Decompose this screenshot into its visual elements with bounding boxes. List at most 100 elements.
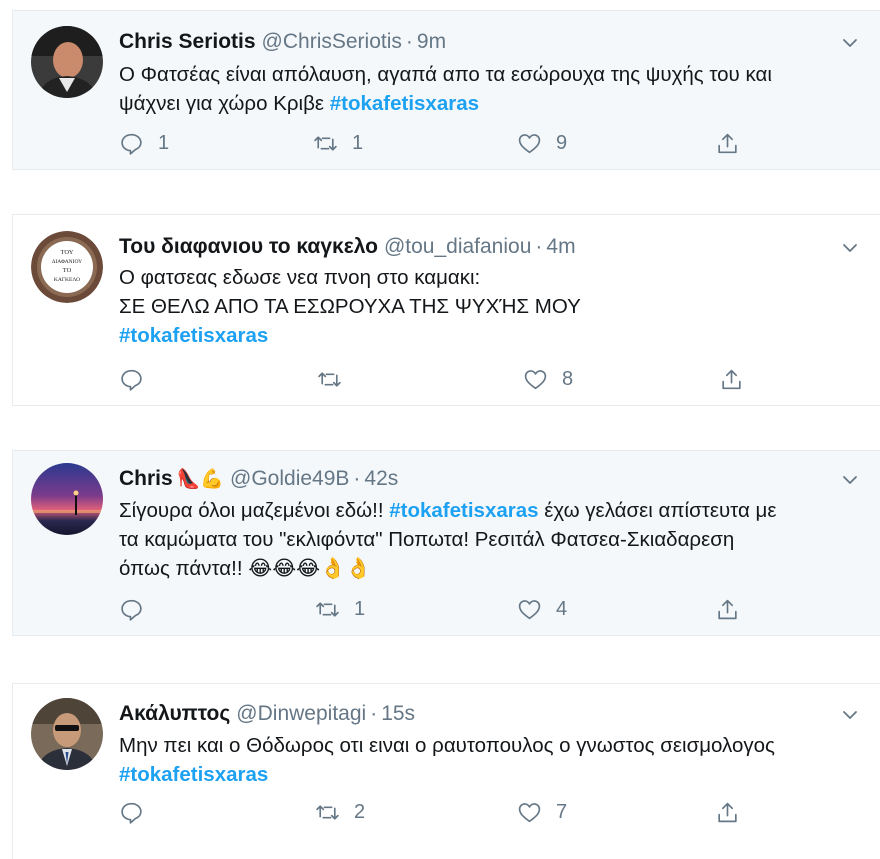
tweet-text: Σίγουρα όλοι μαζεμένοι εδώ!! #tokafetisx…: [119, 496, 859, 583]
tweet-text-segment: έχω γελάσει απίστευτα με: [544, 499, 777, 522]
tweet-text-line: ψάχνει για χώρο Κριβε: [119, 92, 325, 115]
avatar[interactable]: ΤΟΥ ΔΙΑΦΑΝΙΟΥ ΤΟ ΚΑΓΚΕΛΟ: [31, 231, 103, 303]
heart-icon: [517, 597, 542, 622]
tweet-text-line: Ο Φατσέας είναι απόλαυση, αγαπά απο τα ε…: [119, 63, 772, 86]
retweet-icon: [317, 367, 342, 392]
separator-dot: ·: [535, 235, 543, 258]
avatar-man-photo: [31, 26, 103, 98]
retweet-button[interactable]: 1: [315, 595, 365, 623]
tweet-actions: 2 7: [119, 798, 759, 826]
user-handle[interactable]: @ChrisSeriotis: [262, 30, 402, 53]
user-handle[interactable]: @Goldie49B: [230, 467, 349, 490]
hashtag-link[interactable]: #tokafetisxaras: [389, 499, 538, 522]
retweet-icon: [315, 597, 340, 622]
reply-icon: [119, 800, 144, 825]
tweet-actions: 1 1 9: [119, 129, 759, 157]
share-icon: [715, 597, 740, 622]
chevron-down-icon[interactable]: [842, 707, 858, 723]
avatar[interactable]: [31, 463, 103, 535]
heart-icon: [517, 131, 542, 156]
share-button[interactable]: [715, 595, 740, 623]
avatar-logo-text: ΚΑΓΚΕΛΟ: [54, 277, 80, 283]
tweet-text: Ο Φατσέας είναι απόλαυση, αγαπά απο τα ε…: [119, 60, 859, 118]
avatar[interactable]: [31, 698, 103, 770]
avatar-logo-text: ΤΟΥ: [61, 249, 74, 256]
avatar-logo-badge: ΤΟΥ ΔΙΑΦΑΝΙΟΥ ΤΟ ΚΑΓΚΕΛΟ: [31, 231, 103, 303]
chevron-down-icon[interactable]: [842, 472, 858, 488]
share-button[interactable]: [715, 798, 740, 826]
share-icon: [719, 367, 744, 392]
tweet-text-line: ΣΕ ΘΕΛΩ ΑΠΟ ΤΑ ΕΣΩΡΟΥΧΑ ΤΗΣ ΨΥΧΉΣ ΜΟΥ: [119, 295, 581, 318]
retweet-button[interactable]: 1: [313, 129, 363, 157]
hashtag-link[interactable]: #tokafetisxaras: [119, 763, 268, 786]
reply-button[interactable]: [119, 365, 158, 393]
retweet-button[interactable]: [317, 365, 356, 393]
tweet-actions: 1 4: [119, 595, 759, 623]
tweet-text-line: τα καμώματα του "εκλιφόντα" Ποπωτα! Ρεσι…: [119, 528, 735, 551]
retweet-count: 2: [354, 800, 366, 823]
tweet-actions: 8: [119, 365, 759, 393]
tweet-card[interactable]: ΤΟΥ ΔΙΑΦΑΝΙΟΥ ΤΟ ΚΑΓΚΕΛΟ Του διαφανιου τ…: [12, 214, 880, 406]
tweet-text-line: Μην πει και ο Θόδωρος οτι ειναι ο ραυτοπ…: [119, 734, 775, 757]
reply-button[interactable]: [119, 595, 158, 623]
tweet-card[interactable]: Chris Seriotis @ChrisSeriotis · 9m Ο Φατσέα…: [12, 10, 880, 170]
user-handle[interactable]: @tou_diafaniou: [384, 235, 531, 258]
tweet-header: Chris 👠💪 @Goldie49B · 42s: [119, 466, 398, 493]
reply-icon: [119, 597, 144, 622]
avatar[interactable]: [31, 26, 103, 98]
heart-icon: [517, 800, 542, 825]
hashtag-link[interactable]: #tokafetisxaras: [330, 92, 479, 115]
separator-dot: ·: [353, 467, 361, 490]
tweet-text-segment: Σίγουρα όλοι μαζεμένοι εδώ!!: [119, 499, 384, 522]
reply-icon: [119, 367, 144, 392]
like-count: 4: [556, 597, 568, 620]
like-button[interactable]: 7: [517, 798, 567, 826]
like-count: 8: [562, 367, 574, 390]
separator-dot: ·: [370, 702, 378, 725]
share-icon: [715, 131, 740, 156]
tweet-text: Ο φατσεας εδωσε νεα πνοη στο καμακι: ΣΕ …: [119, 263, 859, 350]
retweet-icon: [315, 800, 340, 825]
like-button[interactable]: 9: [517, 129, 567, 157]
user-name[interactable]: Του διαφανιου το καγκελο: [119, 235, 378, 258]
timestamp[interactable]: 9m: [417, 30, 446, 53]
user-handle[interactable]: @Dinwepitagi: [236, 702, 366, 725]
avatar-logo-text: ΤΟ: [63, 267, 72, 274]
name-emoji: 👠💪: [176, 469, 225, 490]
avatar-logo-text: ΔΙΑΦΑΝΙΟΥ: [52, 259, 82, 265]
tweet-text: Μην πει και ο Θόδωρος οτι ειναι ο ραυτοπ…: [119, 731, 859, 789]
avatar-sunset-photo: [31, 463, 103, 535]
user-name[interactable]: Chris Seriotis: [119, 30, 256, 53]
reply-button[interactable]: [119, 798, 158, 826]
tweet-header: Ακάλυπτος @Dinwepitagi · 15s: [119, 701, 415, 727]
retweet-icon: [313, 131, 338, 156]
reply-count: 1: [158, 131, 170, 154]
share-icon: [715, 800, 740, 825]
like-count: 9: [556, 131, 568, 154]
reply-icon: [119, 131, 144, 156]
like-count: 7: [556, 800, 568, 823]
chevron-down-icon[interactable]: [842, 240, 858, 256]
share-button[interactable]: [719, 365, 744, 393]
separator-dot: ·: [405, 30, 413, 53]
hashtag-link[interactable]: #tokafetisxaras: [119, 324, 268, 347]
avatar-man-sunglasses-photo: [31, 698, 103, 770]
chevron-down-icon[interactable]: [842, 35, 858, 51]
share-button[interactable]: [715, 129, 740, 157]
timestamp[interactable]: 42s: [364, 467, 398, 490]
timestamp[interactable]: 15s: [381, 702, 415, 725]
user-name[interactable]: Ακάλυπτος: [119, 702, 230, 725]
like-button[interactable]: 8: [523, 365, 573, 393]
tweet-card[interactable]: Chris 👠💪 @Goldie49B · 42s Σίγουρα όλοι μαζεμ…: [12, 450, 880, 636]
emoji-sequence: 😂😂😂👌👌: [248, 557, 372, 580]
reply-button[interactable]: 1: [119, 129, 169, 157]
timestamp[interactable]: 4m: [546, 235, 575, 258]
heart-icon: [523, 367, 548, 392]
tweet-card[interactable]: Ακάλυπτος @Dinwepitagi · 15s Μην πει και ο …: [12, 683, 880, 859]
like-button[interactable]: 4: [517, 595, 567, 623]
retweet-count: 1: [352, 131, 364, 154]
tweet-text-line: όπως πάντα!!: [119, 557, 243, 580]
retweet-button[interactable]: 2: [315, 798, 365, 826]
retweet-count: 1: [354, 597, 366, 620]
user-name[interactable]: Chris: [119, 467, 173, 490]
